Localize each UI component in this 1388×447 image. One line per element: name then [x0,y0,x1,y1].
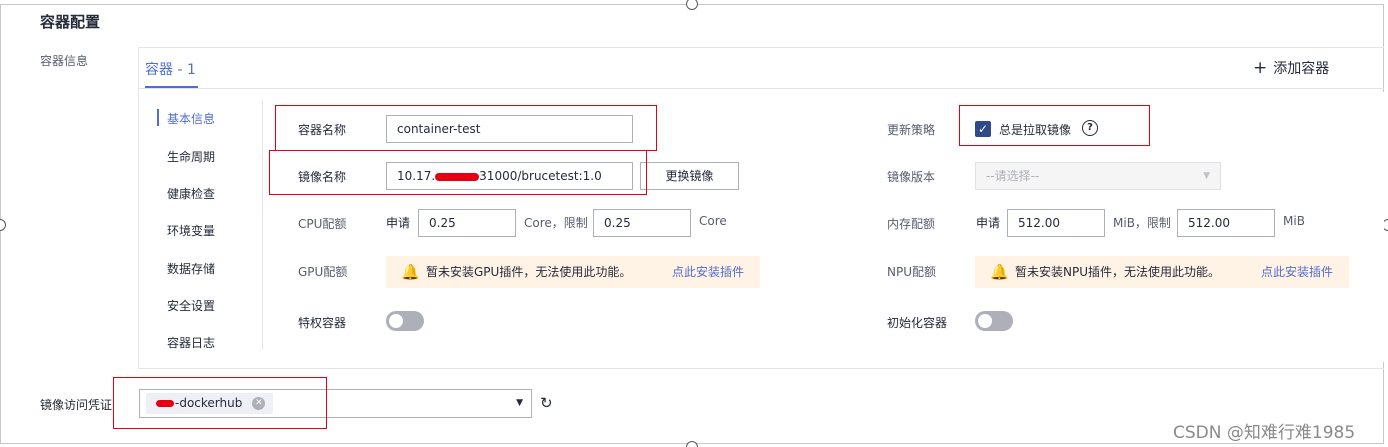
memory-unit-label: MiB [1283,214,1305,228]
memory-request-label: 申请 [976,216,1001,230]
image-version-label: 镜像版本 [887,170,936,184]
caret-down-icon: ▼ [516,398,523,408]
npu-quota-label: NPU配额 [887,265,936,279]
cpu-limit-input[interactable]: 0.25 [593,209,691,237]
toggle-knob [978,314,992,328]
plus-icon: + [1253,58,1268,78]
cpu-unit-limit-label: Core，限制 [524,216,588,230]
npu-install-plugin-link[interactable]: 点此安装插件 [1261,256,1333,288]
highlight-box-credential [113,377,327,429]
nav-item-health-check[interactable]: 健康检查 [167,185,215,202]
image-credential-label: 镜像访问凭证 [40,398,113,412]
gpu-notice-text: 暂未安装GPU插件，无法使用此功能。 [426,265,632,279]
add-container-label: 添加容器 [1273,61,1330,77]
tab-container-1[interactable]: 容器 - 1 [145,59,196,79]
nav-item-data-storage[interactable]: 数据存储 [167,260,215,277]
change-image-button[interactable]: 更换镜像 [640,162,739,190]
update-policy-label: 更新策略 [887,123,936,137]
nav-item-basic-info[interactable]: 基本信息 [167,110,215,127]
side-nav-divider [262,100,263,350]
tab-active-indicator [145,86,198,88]
nav-item-security[interactable]: 安全设置 [167,297,215,314]
init-container-label: 初始化容器 [887,316,948,330]
nav-item-container-logs[interactable]: 容器日志 [167,334,215,351]
cpu-unit-label: Core [699,214,727,228]
image-version-select: --请选择-- ▼ [975,162,1221,190]
memory-request-input[interactable]: 512.00 [1007,209,1105,237]
memory-unit-limit-label: MiB，限制 [1113,216,1171,230]
highlight-box-always-pull [959,105,1150,146]
refresh-icon[interactable]: ↻ [540,394,553,412]
gpu-notice: 🔔 暂未安装GPU插件，无法使用此功能。 点此安装插件 [386,256,760,288]
resize-handle-bottom[interactable] [686,441,698,447]
cpu-request-input[interactable]: 0.25 [418,209,516,237]
image-version-placeholder: --请选择-- [986,169,1040,183]
section-title: 容器配置 [40,13,101,31]
watermark: CSDN @知难行难1985 [1173,423,1356,443]
privileged-container-label: 特权容器 [298,316,347,330]
highlight-box-container-name [275,105,657,151]
npu-notice: 🔔 暂未安装NPU插件，无法使用此功能。 点此安装插件 [975,256,1349,288]
highlight-box-image-name [269,150,647,195]
caret-down-icon: ▼ [1203,171,1210,181]
nav-active-indicator [157,109,159,126]
init-container-toggle[interactable] [975,311,1013,331]
cpu-request-label: 申请 [386,216,411,230]
bell-icon: 🔔 [990,263,1009,281]
gpu-quota-label: GPU配额 [298,265,348,279]
nav-item-env-vars[interactable]: 环境变量 [167,222,215,239]
nav-item-lifecycle[interactable]: 生命周期 [167,148,215,165]
cpu-quota-label: CPU配额 [298,217,347,231]
privileged-container-toggle[interactable] [386,311,424,331]
tab-bar [138,47,1384,89]
add-container-button[interactable]: + 添加容器 [1253,58,1329,78]
memory-quota-label: 内存配额 [887,217,936,231]
gpu-install-plugin-link[interactable]: 点此安装插件 [672,256,744,288]
npu-notice-text: 暂未安装NPU插件，无法使用此功能。 [1015,265,1220,279]
bell-icon: 🔔 [401,263,420,281]
toggle-knob [389,314,403,328]
container-info-label: 容器信息 [40,54,89,68]
memory-limit-input[interactable]: 512.00 [1177,209,1275,237]
